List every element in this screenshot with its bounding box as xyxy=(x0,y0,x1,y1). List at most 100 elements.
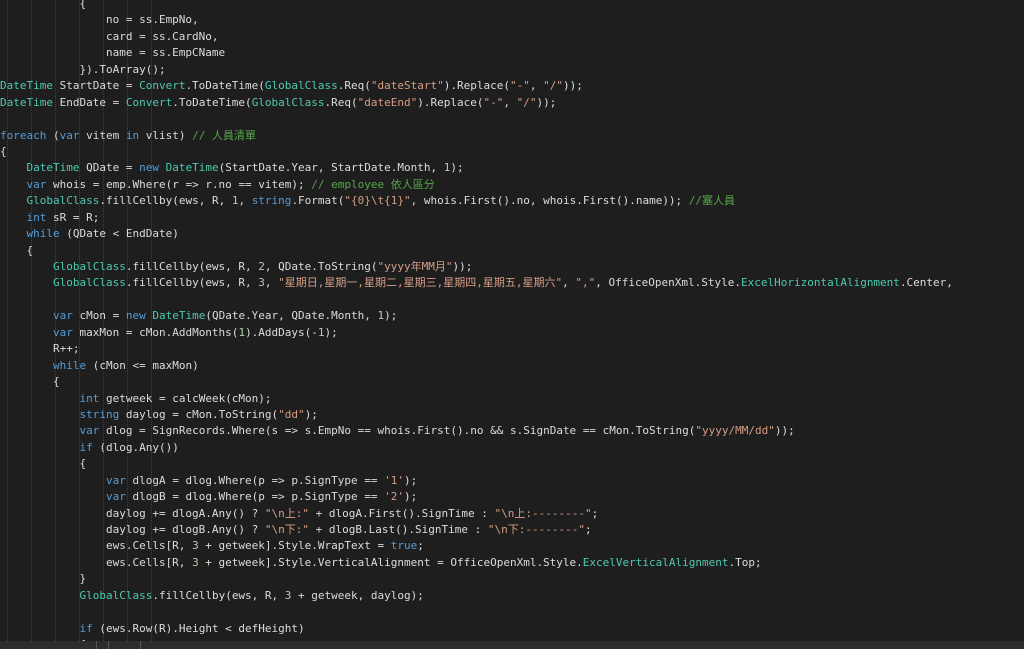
code-token: true xyxy=(390,539,418,553)
code-lines[interactable]: { no = ss.EmpNo, card = ss.CardNo, name … xyxy=(0,0,1024,641)
code-token: Convert xyxy=(125,95,173,109)
code-token: card = ss.CardNo, xyxy=(0,29,219,43)
code-token: new xyxy=(125,309,146,323)
code-token: DateTime xyxy=(0,79,53,93)
status-separator xyxy=(96,641,97,649)
code-line[interactable]: name = ss.EmpCName xyxy=(0,45,1024,61)
code-line[interactable] xyxy=(0,111,1024,127)
code-line[interactable]: DateTime EndDate = Convert.ToDateTime(Gl… xyxy=(0,95,1024,111)
code-token: ); xyxy=(324,325,338,339)
code-line[interactable]: var dlogB = dlog.Where(p => p.SignType =… xyxy=(0,489,1024,505)
code-token: } xyxy=(0,572,87,586)
code-token: 3 xyxy=(192,539,199,553)
code-token: ); xyxy=(384,309,398,323)
code-token: daylog += dlogB.Any() ? xyxy=(0,523,265,536)
code-line[interactable]: { xyxy=(0,0,1024,12)
code-token: "星期日,星期一,星期二,星期三,星期四,星期五,星期六" xyxy=(278,276,563,290)
code-token: (ews.Row(R).Height < defHeight) xyxy=(92,621,305,635)
code-token: + getweek, daylog); xyxy=(291,588,424,602)
code-line[interactable]: if (dlog.Any()) xyxy=(0,440,1024,456)
code-token: if xyxy=(79,440,93,454)
code-line[interactable]: GlobalClass.fillCellby(ews, R, 3 + getwe… xyxy=(0,588,1024,604)
status-separator xyxy=(140,641,141,649)
code-token: dlog = SignRecords.Where(s => s.EmpNo ==… xyxy=(99,424,696,438)
code-token: vlist) xyxy=(139,128,193,142)
code-token: int xyxy=(79,391,100,405)
code-token: var xyxy=(59,128,80,142)
code-line[interactable]: daylog += dlogA.Any() ? "\n上:" + dlogA.F… xyxy=(0,506,1024,522)
code-line[interactable]: if (ews.Row(R).Height < defHeight) xyxy=(0,621,1024,637)
code-line[interactable]: var maxMon = cMon.AddMonths(1).AddDays(-… xyxy=(0,325,1024,341)
code-token: var xyxy=(26,177,47,191)
code-token: ( xyxy=(46,128,60,142)
code-token: ExcelHorizontalAlignment xyxy=(740,276,900,290)
code-token: ); xyxy=(450,161,464,175)
code-token: + dlogB.Last().SignTime : xyxy=(309,523,488,536)
code-line[interactable]: daylog += dlogB.Any() ? "\n下:" + dlogB.L… xyxy=(0,522,1024,538)
code-token: new xyxy=(139,161,159,175)
code-token: '1' xyxy=(384,473,404,487)
code-line[interactable] xyxy=(0,292,1024,308)
code-token: if xyxy=(79,621,93,635)
code-line[interactable]: no = ss.EmpNo, xyxy=(0,12,1024,28)
code-line[interactable]: card = ss.CardNo, xyxy=(0,29,1024,45)
code-line[interactable]: var dlogA = dlog.Where(p => p.SignType =… xyxy=(0,473,1024,489)
code-line[interactable]: DateTime StartDate = Convert.ToDateTime(… xyxy=(0,78,1024,94)
code-token: )); xyxy=(536,95,557,109)
code-token: + getweek].Style.WrapText = xyxy=(198,539,391,553)
code-token: EndDate = xyxy=(52,95,126,109)
code-line[interactable]: var dlog = SignRecords.Where(s => s.EmpN… xyxy=(0,423,1024,439)
code-token: DateTime xyxy=(165,161,219,175)
code-token: )); xyxy=(774,424,795,438)
code-token: )); xyxy=(563,79,583,93)
code-line[interactable]: { xyxy=(0,144,1024,160)
code-line[interactable]: { xyxy=(0,456,1024,472)
code-token: vitem xyxy=(79,128,126,142)
code-line[interactable]: GlobalClass.fillCellby(ews, R, 2, QDate.… xyxy=(0,259,1024,275)
code-token: sR = R; xyxy=(46,210,100,224)
code-line[interactable]: ews.Cells[R, 3 + getweek].Style.WrapText… xyxy=(0,538,1024,554)
code-token: { xyxy=(0,457,87,471)
code-line[interactable]: while (cMon <= maxMon) xyxy=(0,358,1024,374)
code-line[interactable]: }).ToArray(); xyxy=(0,62,1024,78)
code-line[interactable]: while (QDate < EndDate) xyxy=(0,226,1024,242)
code-line[interactable]: var whois = emp.Where(r => r.no == vitem… xyxy=(0,177,1024,193)
code-token: .fillCellby(ews, R, xyxy=(99,194,232,208)
code-line[interactable]: int getweek = calcWeek(cMon); xyxy=(0,391,1024,407)
code-token: GlobalClass xyxy=(79,588,153,602)
code-line[interactable]: DateTime QDate = new DateTime(StartDate.… xyxy=(0,160,1024,176)
code-token: ews.Cells[R, xyxy=(0,555,193,569)
code-token: //塞人員 xyxy=(688,194,736,208)
code-line[interactable]: { xyxy=(0,243,1024,259)
code-token: (QDate < EndDate) xyxy=(59,227,179,241)
code-token: var xyxy=(52,309,73,323)
code-token: "yyyy/MM/dd" xyxy=(695,424,775,438)
code-line[interactable]: } xyxy=(0,571,1024,587)
code-line[interactable]: { xyxy=(0,374,1024,390)
code-token: ).Replace( xyxy=(443,79,510,93)
status-bar xyxy=(0,641,1024,649)
code-token: StartDate = xyxy=(52,79,140,93)
code-line[interactable] xyxy=(0,604,1024,620)
code-editor[interactable]: { no = ss.EmpNo, card = ss.CardNo, name … xyxy=(0,0,1024,641)
code-line[interactable]: string daylog = cMon.ToString("dd"); xyxy=(0,407,1024,423)
code-token: .ToDateTime( xyxy=(185,79,265,93)
code-line[interactable]: GlobalClass.fillCellby(ews, R, 1, string… xyxy=(0,193,1024,209)
code-line[interactable]: R++; xyxy=(0,341,1024,357)
code-token: (QDate.Year, QDate.Month, xyxy=(205,309,378,323)
code-line[interactable]: GlobalClass.fillCellby(ews, R, 3, "星期日,星… xyxy=(0,275,1024,291)
code-token: name = ss.EmpCName xyxy=(0,46,226,60)
code-line[interactable]: int sR = R; xyxy=(0,210,1024,226)
code-token: GlobalClass xyxy=(264,79,338,93)
code-line[interactable]: ews.Cells[R, 3 + getweek].Style.Vertical… xyxy=(0,555,1024,571)
code-token: , QDate.ToString( xyxy=(264,260,378,273)
code-line[interactable]: var cMon = new DateTime(QDate.Year, QDat… xyxy=(0,308,1024,324)
code-line[interactable]: foreach (var vitem in vlist) // 人員清單 xyxy=(0,128,1024,144)
code-token: no = ss.EmpNo, xyxy=(0,13,199,27)
code-token: GlobalClass xyxy=(26,194,100,208)
code-token: "," xyxy=(575,276,596,290)
